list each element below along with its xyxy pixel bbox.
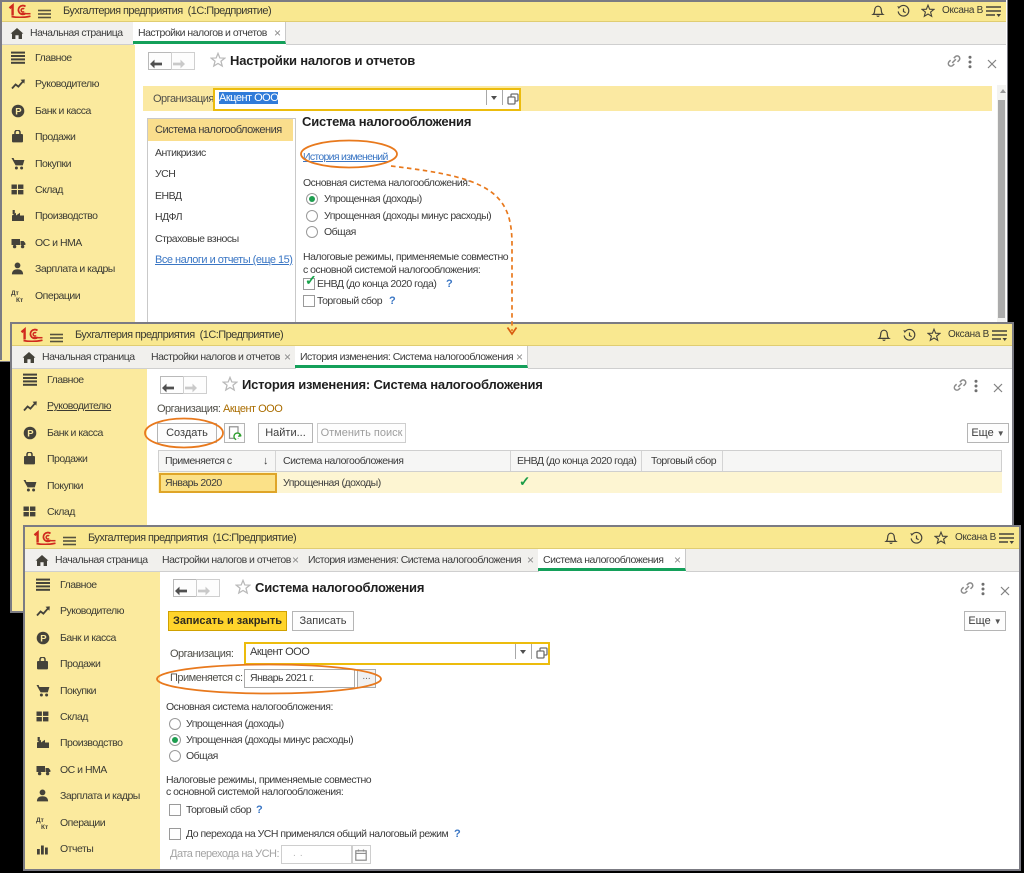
svg-text:Р: Р <box>15 106 22 117</box>
svg-text:Дт: Дт <box>11 290 19 297</box>
svg-text:Р: Р <box>27 428 34 439</box>
svg-text:Кт: Кт <box>16 297 23 302</box>
svg-text:Р: Р <box>40 633 47 644</box>
svg-text:Дт: Дт <box>36 817 44 824</box>
svg-text:Кт: Кт <box>41 824 48 829</box>
